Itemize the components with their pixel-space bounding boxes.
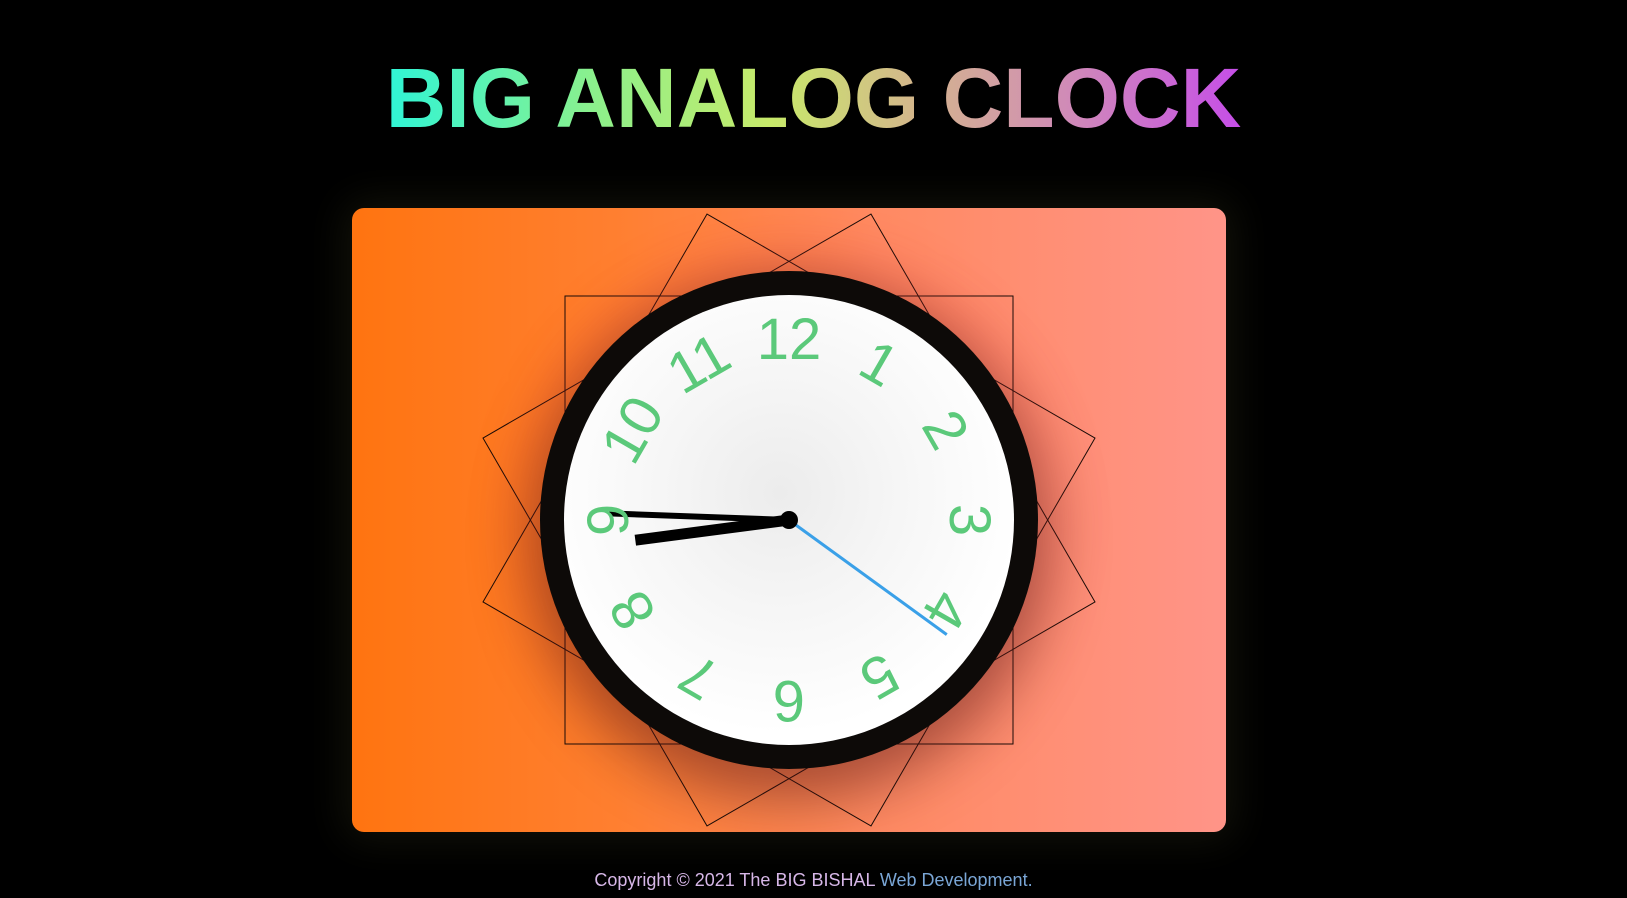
page-title: BIG ANALOG CLOCK xyxy=(0,48,1627,148)
hour-hand xyxy=(634,514,790,546)
copyright-footer: Copyright © 2021 The BIG BISHAL Web Deve… xyxy=(0,869,1627,891)
clock-numeral-9: 9 xyxy=(576,503,641,537)
copyright-link[interactable]: Web Development. xyxy=(880,870,1033,890)
page-title-text: BIG ANALOG CLOCK xyxy=(385,51,1242,145)
clock-numeral-6: 6 xyxy=(772,668,806,733)
center-pin xyxy=(780,511,798,529)
clock-numeral-12: 12 xyxy=(756,307,822,372)
clock-face: 12 1 2 3 4 5 6 7 8 9 10 11 xyxy=(564,295,1014,745)
clock-bezel: 12 1 2 3 4 5 6 7 8 9 10 11 xyxy=(540,271,1038,769)
copyright-text: Copyright © 2021 The BIG BISHAL xyxy=(594,870,875,890)
clock-panel: 12 1 2 3 4 5 6 7 8 9 10 11 xyxy=(352,208,1226,832)
clock-numeral-3: 3 xyxy=(937,503,1002,537)
